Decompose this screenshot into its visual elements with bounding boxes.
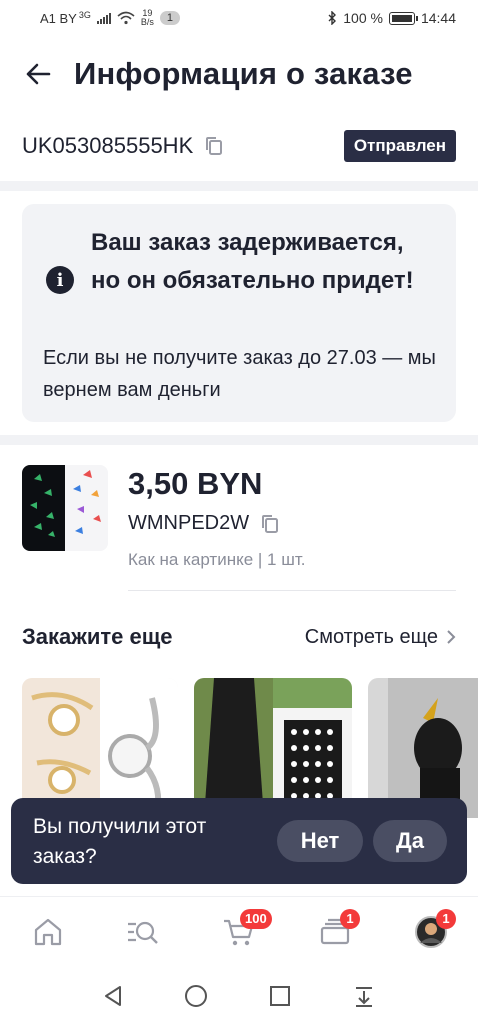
status-badge: Отправлен bbox=[343, 130, 456, 162]
search-list-icon bbox=[128, 921, 158, 944]
product-sku: WMNPED2W bbox=[128, 512, 250, 534]
yes-button[interactable]: Да bbox=[373, 820, 447, 862]
battery-percent: 100 % bbox=[343, 10, 383, 26]
orders-badge: 1 bbox=[340, 909, 360, 929]
prompt-question: Вы получили этот заказ? bbox=[33, 815, 207, 868]
copy-icon[interactable] bbox=[203, 135, 225, 157]
divider bbox=[0, 181, 478, 191]
notification-count: 1 bbox=[159, 11, 181, 25]
net-speed-unit: B/s bbox=[140, 17, 154, 27]
status-left: A1 BY 3G 19 B/s 1 bbox=[40, 9, 181, 27]
delay-notice: i Ваш заказ задерживается, но он обязате… bbox=[22, 204, 456, 422]
profile-badge: 1 bbox=[436, 909, 456, 929]
clock: 14:44 bbox=[420, 10, 456, 26]
divider bbox=[128, 590, 456, 591]
nav-recents-button[interactable] bbox=[266, 982, 294, 1010]
thumbnail-light-half bbox=[65, 465, 108, 551]
square-recents-icon bbox=[270, 986, 290, 1006]
order-row: UK053085555HK Отправлен bbox=[22, 126, 456, 166]
home-icon bbox=[34, 918, 62, 946]
nav-notifications-button[interactable] bbox=[350, 982, 378, 1010]
system-nav-bar bbox=[0, 968, 478, 1024]
circle-home-icon bbox=[185, 985, 207, 1007]
bottom-tab-bar: 100 1 1 bbox=[0, 896, 478, 968]
status-right: 100 % 14:44 bbox=[327, 10, 456, 26]
see-more-link[interactable]: Смотреть еще bbox=[305, 626, 456, 649]
triangle-back-icon bbox=[105, 986, 121, 1006]
carrier-label: A1 BY bbox=[40, 10, 77, 26]
order-number: UK053085555HK bbox=[22, 133, 194, 158]
nav-home-button[interactable] bbox=[182, 982, 210, 1010]
reorder-header: Закажите еще Смотреть еще bbox=[22, 620, 456, 654]
reorder-title: Закажите еще bbox=[22, 624, 173, 649]
info-icon: i bbox=[46, 266, 74, 294]
net-speed: 19 B/s bbox=[141, 9, 154, 27]
divider bbox=[0, 435, 478, 445]
recommendation-card-mulch-film[interactable] bbox=[194, 678, 352, 818]
see-more-label: Смотреть еще bbox=[304, 625, 438, 648]
thumbnail-dark-half bbox=[22, 465, 65, 551]
signal-icon bbox=[96, 12, 111, 24]
wifi-icon bbox=[117, 11, 135, 25]
back-button[interactable] bbox=[18, 54, 58, 94]
page-title: Информация о заказе bbox=[74, 56, 413, 91]
network-type: 3G bbox=[78, 9, 91, 20]
bluetooth-icon bbox=[327, 10, 337, 26]
order-number-group: UK053085555HK bbox=[22, 133, 225, 159]
tab-home[interactable] bbox=[31, 915, 65, 949]
sku-row: WMNPED2W bbox=[128, 512, 281, 535]
chevron-right-icon bbox=[447, 630, 456, 644]
arrow-left-icon bbox=[26, 63, 51, 85]
header: Информация о заказе bbox=[0, 48, 478, 100]
nav-back-button[interactable] bbox=[100, 982, 128, 1010]
product-thumbnail[interactable] bbox=[22, 465, 108, 551]
pull-down-icon bbox=[356, 987, 372, 1007]
product-item[interactable]: 3,50 BYN WMNPED2W Как на картинке | 1 шт… bbox=[22, 462, 456, 592]
received-order-prompt: Вы получили этот заказ? Нет Да bbox=[11, 798, 467, 884]
battery-icon bbox=[388, 11, 418, 25]
product-price: 3,50 BYN bbox=[128, 466, 263, 501]
tab-catalog[interactable] bbox=[126, 915, 160, 949]
notice-text: Если вы не получите заказ до 27.03 — мы … bbox=[43, 347, 436, 401]
status-bar: A1 BY 3G 19 B/s 1 100 % 14:44 bbox=[0, 0, 478, 36]
recommendation-card-watch[interactable] bbox=[22, 678, 178, 818]
notice-title: Ваш заказ задерживается, но он обязатель… bbox=[91, 229, 414, 294]
product-variant: Как на картинке | 1 шт. bbox=[128, 550, 306, 569]
recommendation-card-figure[interactable] bbox=[368, 678, 478, 818]
copy-icon[interactable] bbox=[259, 513, 281, 535]
no-button[interactable]: Нет bbox=[277, 820, 363, 862]
cart-badge: 100 bbox=[240, 909, 272, 929]
